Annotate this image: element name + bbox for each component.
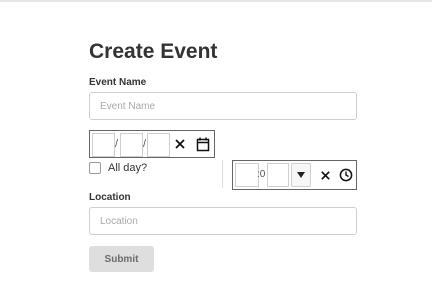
year-field[interactable] xyxy=(147,133,170,157)
time-clear-button[interactable] xyxy=(316,166,334,184)
close-icon xyxy=(320,170,330,180)
calendar-button[interactable] xyxy=(194,135,212,153)
divider xyxy=(222,160,223,188)
ampm-select[interactable] xyxy=(291,163,311,187)
all-day-option[interactable]: All day? xyxy=(89,160,147,176)
triangle-down-icon xyxy=(297,172,305,178)
hour-field[interactable] xyxy=(235,163,259,187)
submit-button[interactable]: Submit xyxy=(89,246,154,272)
day-field[interactable] xyxy=(120,133,143,157)
date-separator: / xyxy=(143,138,147,150)
location-label: Location xyxy=(89,192,131,203)
top-border xyxy=(0,0,432,2)
month-field[interactable] xyxy=(92,133,115,157)
calendar-icon xyxy=(196,137,210,151)
all-day-label: All day? xyxy=(108,162,148,174)
date-clear-button[interactable] xyxy=(171,135,189,153)
date-separator: / xyxy=(115,138,119,150)
all-day-checkbox[interactable] xyxy=(89,162,101,174)
page-title: Create Event xyxy=(89,40,218,63)
close-icon xyxy=(175,139,185,149)
time-separator: :0 xyxy=(257,169,266,180)
event-name-input[interactable] xyxy=(89,92,357,120)
date-picker: / / xyxy=(89,130,215,158)
event-name-label: Event Name xyxy=(89,77,147,88)
clock-button[interactable] xyxy=(337,166,355,184)
location-input[interactable] xyxy=(89,207,357,235)
minute-field[interactable] xyxy=(267,163,289,187)
clock-icon xyxy=(339,168,353,182)
time-picker: :0 xyxy=(232,160,357,190)
